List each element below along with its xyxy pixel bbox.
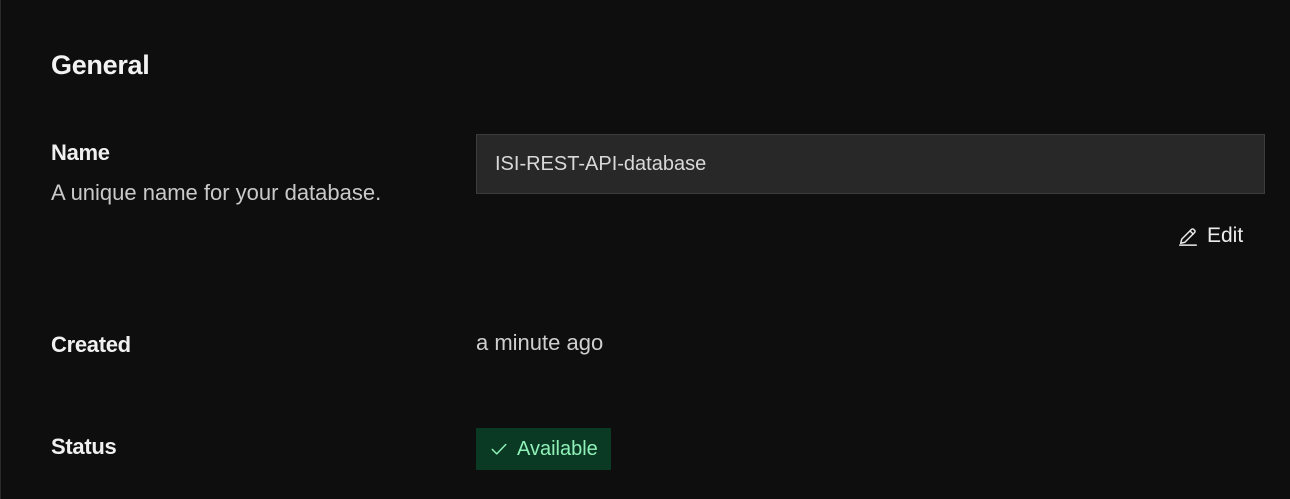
created-value: a minute ago xyxy=(476,330,604,355)
status-badge-label: Available xyxy=(517,437,598,460)
name-description: A unique name for your database. xyxy=(51,180,382,205)
created-label: Created xyxy=(51,332,131,357)
edit-button-label: Edit xyxy=(1207,224,1244,247)
general-settings-panel: General Name A unique name for your data… xyxy=(0,0,1290,499)
status-label: Status xyxy=(51,434,117,459)
section-title: General xyxy=(51,50,150,80)
name-label: Name xyxy=(51,140,110,165)
edit-button[interactable]: Edit xyxy=(1177,220,1243,252)
pencil-icon xyxy=(1177,225,1199,247)
status-badge: Available xyxy=(476,428,611,470)
database-name-input[interactable] xyxy=(476,134,1265,194)
check-icon xyxy=(490,440,508,458)
